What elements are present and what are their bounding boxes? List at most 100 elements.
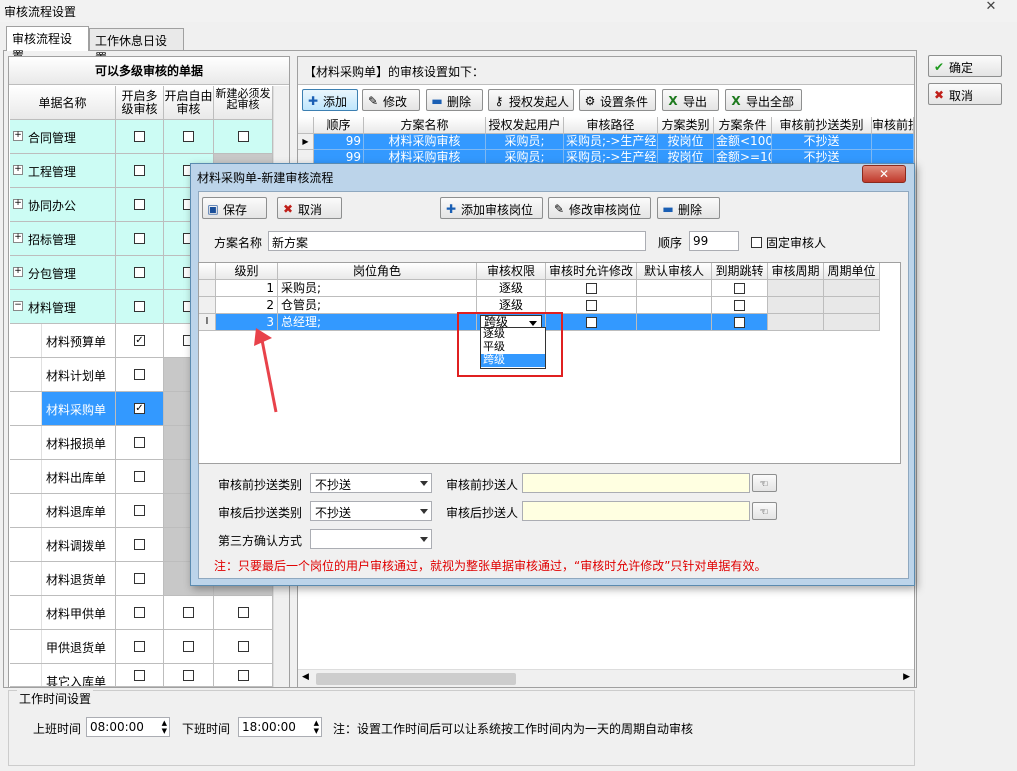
post-cc-type-select[interactable]: 不抄送 xyxy=(310,501,432,521)
list-item[interactable]: 材料退库单 xyxy=(10,494,116,528)
grid-cell[interactable] xyxy=(712,297,768,314)
grid-cell[interactable] xyxy=(824,314,880,331)
column-header[interactable]: 方案名称 xyxy=(364,117,486,134)
checkbox-cell[interactable] xyxy=(116,664,164,687)
export-button[interactable]: X 导出 xyxy=(662,89,719,111)
grid-cell[interactable] xyxy=(637,280,712,297)
checkbox-cell[interactable] xyxy=(116,562,164,596)
checkbox-cell[interactable]: ✓ xyxy=(116,324,164,358)
expand-icon[interactable]: + xyxy=(13,199,23,209)
pre-cc-type-select[interactable]: 不抄送 xyxy=(310,473,432,493)
row-checkbox[interactable] xyxy=(237,641,249,652)
column-header[interactable]: 审核前抄送类别 xyxy=(772,117,872,134)
list-item[interactable]: + 招标管理 xyxy=(10,222,116,256)
checkbox-cell[interactable] xyxy=(116,290,164,324)
list-item[interactable]: 材料预算单 xyxy=(10,324,116,358)
checkbox-cell[interactable] xyxy=(116,494,164,528)
row-checkbox[interactable] xyxy=(237,607,249,618)
grid-cell[interactable]: 2 xyxy=(216,297,278,314)
end-time-input[interactable]: 18:00:00 ▲ ▼ xyxy=(238,717,322,737)
delete-button[interactable]: ▬ 删除 xyxy=(426,89,483,111)
checkbox-cell[interactable] xyxy=(116,222,164,256)
dialog-cancel-button[interactable]: ✖ 取消 xyxy=(277,197,342,219)
grid-cell[interactable]: 逐级 xyxy=(477,280,546,297)
row-checkbox[interactable] xyxy=(134,233,145,244)
ok-button[interactable]: ✔ 确定 xyxy=(928,55,1002,77)
expand-icon[interactable]: + xyxy=(13,267,23,277)
table-cell[interactable]: 不抄送 xyxy=(772,134,872,150)
tab-workday[interactable]: 工作休息日设置 xyxy=(89,28,184,65)
authorize-initiator-button[interactable]: ⚷ 授权发起人 xyxy=(488,89,574,111)
row-checkbox[interactable] xyxy=(585,282,597,294)
table-cell[interactable]: 按岗位 xyxy=(658,134,714,150)
row-checkbox[interactable]: ✓ xyxy=(134,403,145,414)
grid-cell[interactable] xyxy=(768,297,824,314)
column-header[interactable]: 审核前抄 xyxy=(872,117,914,134)
row-checkbox[interactable] xyxy=(134,641,145,652)
third-party-select[interactable] xyxy=(310,529,432,549)
column-header[interactable]: 周期单位 xyxy=(824,263,880,280)
grid-cell[interactable]: 采购员; xyxy=(278,280,477,297)
table-cell[interactable]: 材料采购审核 xyxy=(364,134,486,150)
checkbox-cell[interactable] xyxy=(116,528,164,562)
grid-cell[interactable] xyxy=(712,314,768,331)
checkbox-cell[interactable] xyxy=(116,256,164,290)
fixed-reviewer-checkbox[interactable]: 固定审核人 xyxy=(751,234,826,251)
row-checkbox[interactable] xyxy=(134,573,145,584)
checkbox-cell[interactable] xyxy=(116,630,164,664)
row-checkbox[interactable] xyxy=(134,131,145,142)
window-close-icon[interactable]: ✕ xyxy=(971,0,1011,16)
row-checkbox[interactable] xyxy=(134,165,145,176)
list-item[interactable]: 材料报损单 xyxy=(10,426,116,460)
row-checkbox[interactable] xyxy=(183,607,194,618)
delete-post-button[interactable]: ▬ 删除 xyxy=(657,197,720,219)
column-header[interactable]: 审核周期 xyxy=(768,263,824,280)
start-time-input[interactable]: 08:00:00 ▲ ▼ xyxy=(86,717,170,737)
grid-cell[interactable] xyxy=(712,280,768,297)
row-checkbox[interactable] xyxy=(134,437,145,448)
row-checkbox[interactable] xyxy=(734,282,745,294)
list-item[interactable]: + 协同办公 xyxy=(10,188,116,222)
column-header[interactable]: 岗位角色 xyxy=(278,263,477,280)
checkbox-cell[interactable] xyxy=(116,188,164,222)
list-item[interactable]: 材料甲供单 xyxy=(10,596,116,630)
checkbox-cell[interactable] xyxy=(164,630,214,664)
row-checkbox[interactable] xyxy=(134,669,145,681)
grid-cell[interactable] xyxy=(637,314,712,331)
list-item[interactable]: 其它入库单 xyxy=(10,664,116,687)
list-item[interactable]: + 分包管理 xyxy=(10,256,116,290)
list-item[interactable]: 甲供退货单 xyxy=(10,630,116,664)
column-header[interactable]: 默认审核人 xyxy=(637,263,712,280)
column-header[interactable]: 审核权限 xyxy=(477,263,546,280)
row-checkbox[interactable] xyxy=(134,199,145,210)
checkbox-cell[interactable]: ✓ xyxy=(116,392,164,426)
collapse-icon[interactable]: − xyxy=(13,301,23,311)
checkbox-cell[interactable] xyxy=(164,120,214,154)
row-checkbox[interactable] xyxy=(134,267,145,278)
grid-cell[interactable] xyxy=(824,280,880,297)
tab-approval-flow[interactable]: 审核流程设置 xyxy=(6,26,89,63)
right-hscrollbar[interactable]: ◀ ▶ xyxy=(298,669,914,687)
checkbox-cell[interactable] xyxy=(116,596,164,630)
row-checkbox[interactable]: ✓ xyxy=(134,335,145,346)
set-condition-button[interactable]: ⚙ 设置条件 xyxy=(579,89,656,111)
hscroll-thumb[interactable] xyxy=(316,673,516,685)
expand-icon[interactable]: + xyxy=(13,131,23,141)
checkbox-cell[interactable] xyxy=(116,120,164,154)
edit-button[interactable]: ✎ 修改 xyxy=(362,89,420,111)
checkbox-cell[interactable] xyxy=(214,120,273,154)
grid-cell[interactable]: 1 xyxy=(216,280,278,297)
row-checkbox[interactable] xyxy=(183,131,194,142)
expand-icon[interactable]: + xyxy=(13,165,23,175)
checkbox-cell[interactable] xyxy=(214,664,273,687)
row-checkbox[interactable] xyxy=(585,299,597,311)
pre-cc-picker-button[interactable]: ☜ xyxy=(752,474,777,492)
row-checkbox[interactable] xyxy=(134,369,145,380)
pre-cc-person-input[interactable] xyxy=(522,473,750,493)
checkbox-cell[interactable] xyxy=(116,426,164,460)
column-header[interactable]: 授权发起用户 xyxy=(486,117,564,134)
spin-icon[interactable]: ▲ ▼ xyxy=(314,719,319,735)
row-checkbox[interactable] xyxy=(237,131,249,142)
column-header[interactable]: 到期跳转 xyxy=(712,263,768,280)
column-header[interactable]: 方案条件 xyxy=(714,117,772,134)
